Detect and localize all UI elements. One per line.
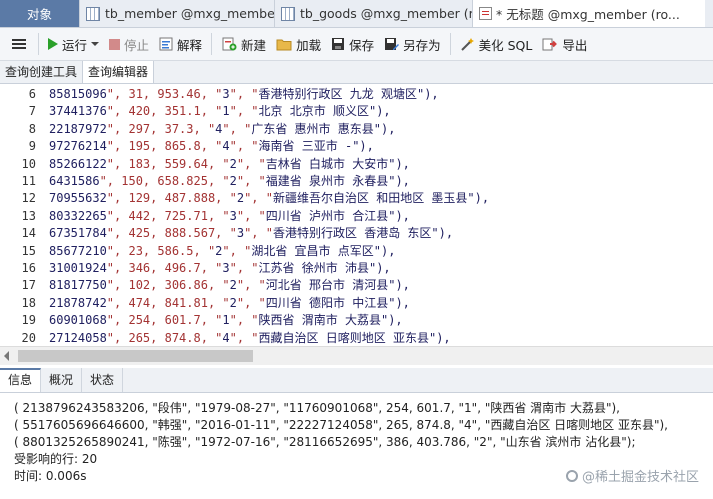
code-line: 13 80332265", 442, 725.71, "3", "四川省 泸州市 … <box>0 208 410 225</box>
code-line: 9 97276214", 195, 865.8, "4", "海南省 三亚市 -"… <box>0 138 374 155</box>
watermark: @稀土掘金技术社区 <box>565 466 699 485</box>
code-text: 31001924", 346, 496.7, "3", "江苏省 徐州市 沛县"… <box>49 261 391 275</box>
horizontal-scrollbar[interactable] <box>0 346 713 365</box>
line-number: 19 <box>21 313 36 328</box>
toolbar-divider <box>449 33 451 55</box>
query-icon <box>479 7 492 20</box>
code-line: 12 70955632", 129, 487.888, "2", "新疆维吾尔自治… <box>0 190 490 207</box>
new-button[interactable]: 新建 <box>216 32 271 56</box>
code-text: 97276214", 195, 865.8, "4", "海南省 三亚市 -")… <box>49 139 374 154</box>
menu-icon[interactable] <box>12 43 26 45</box>
document-tab-bar: 对象 tb_member @mxg_member... tb_goods @mx… <box>0 0 713 28</box>
line-number: 11 <box>21 174 36 188</box>
tab-tb-member[interactable]: tb_member @mxg_member... <box>80 0 275 27</box>
tab-info[interactable]: 信息 <box>0 368 42 392</box>
line-number: 20 <box>21 330 36 345</box>
editor-mode-tabs: 查询创建工具 查询编辑器 <box>0 61 713 84</box>
code-line: 19 60901068", 254, 601.7, "1", "陕西省 渭南市 大… <box>0 312 403 329</box>
affected-rows: 受影响的行: 20 <box>14 452 98 466</box>
line-number: 10 <box>21 156 36 171</box>
line-number: 7 <box>28 104 36 119</box>
tab-status[interactable]: 状态 <box>82 368 124 392</box>
sql-editor[interactable]: 6 85815096", 31, 953.46, "3", "香港特别行政区 九龙… <box>0 84 713 346</box>
info-line: ( 2138796243583206, "段伟", "1979-08-27", … <box>14 401 620 415</box>
explain-button[interactable]: 解释 <box>154 32 207 56</box>
save-as-icon <box>385 38 400 50</box>
line-number: 15 <box>21 243 36 258</box>
line-number: 9 <box>28 139 36 154</box>
code-line: 8 22187972", 297, 37.3, "4", "广东省 惠州市 惠东县… <box>0 121 396 138</box>
magic-wand-icon <box>460 37 474 51</box>
scroll-left-icon[interactable] <box>4 351 9 361</box>
save-as-button[interactable]: 另存为 <box>379 32 446 56</box>
code-text: 81817750", 102, 306.86, "2", "河北省 邢台市 清河… <box>49 278 410 293</box>
export-button[interactable]: 导出 <box>537 32 592 56</box>
tab-untitled-query[interactable]: * 无标题 @mxg_member (ro... <box>473 0 705 27</box>
export-icon <box>542 38 558 51</box>
info-line: ( 5517605696646600, "韩强", "2016-01-11", … <box>14 418 668 432</box>
code-text: 70955632", 129, 487.888, "2", "新疆维吾尔自治区 … <box>49 191 490 206</box>
code-line: 7 37441376", 420, 351.1, "1", "北京 北京市 顺义区… <box>0 103 391 120</box>
code-line: 17 81817750", 102, 306.86, "2", "河北省 邢台市 … <box>0 277 410 294</box>
play-icon <box>48 38 58 50</box>
code-text: 85815096", 31, 953.46, "3", "香港特别行政区 九龙 … <box>49 87 439 101</box>
code-line: 11 6431586", 150, 658.825, "2", "福建省 泉州市 … <box>0 173 410 190</box>
code-text: 67351784", 425, 888.567, "3", "香港特别行政区 香… <box>49 226 454 241</box>
code-text: 85677210", 23, 586.5, "2", "湖北省 宜昌市 点军区"… <box>49 243 396 258</box>
toolbar-divider <box>211 33 213 55</box>
code-text: 21878742", 474, 841.81, "2", "四川省 德阳市 中江… <box>49 295 410 310</box>
code-line: 6 85815096", 31, 953.46, "3", "香港特别行政区 九龙… <box>0 86 439 103</box>
tab-query-editor[interactable]: 查询编辑器 <box>83 61 155 83</box>
scrollbar-thumb[interactable] <box>18 350 253 362</box>
code-line: 16 31001924", 346, 496.7, "3", "江苏省 徐州市 沛… <box>0 260 391 277</box>
chevron-down-icon[interactable] <box>91 42 100 46</box>
info-line: ( 8801325265890241, "陈强", "1972-07-16", … <box>14 435 636 449</box>
run-button[interactable]: 运行 <box>43 32 104 56</box>
code-text: 60901068", 254, 601.7, "1", "陕西省 渭南市 大荔县… <box>49 313 403 328</box>
code-line: 15 85677210", 23, 586.5, "2", "湖北省 宜昌市 点军… <box>0 243 396 260</box>
code-text: 6431586", 150, 658.825, "2", "福建省 泉州市 永春… <box>49 174 410 188</box>
stop-button[interactable]: 停止 <box>104 32 154 56</box>
code-line: 14 67351784", 425, 888.567, "3", "香港特别行政区… <box>0 225 454 242</box>
code-text: 37441376", 420, 351.1, "1", "北京 北京市 顺义区"… <box>49 104 391 119</box>
beautify-sql-button[interactable]: 美化 SQL <box>455 32 538 56</box>
tab-query-builder[interactable]: 查询创建工具 <box>0 61 84 83</box>
line-number: 8 <box>28 121 36 136</box>
code-text: 27124058", 265, 874.8, "4", "西藏自治区 日喀则地区… <box>49 330 451 345</box>
line-number: 14 <box>21 226 36 241</box>
result-tabs: 信息 概况 状态 <box>0 368 713 393</box>
code-line: 18 21878742", 474, 841.81, "2", "四川省 德阳市 … <box>0 295 410 312</box>
folder-icon <box>276 39 292 51</box>
line-number: 17 <box>21 278 36 293</box>
tab-profile[interactable]: 概况 <box>41 368 83 392</box>
table-icon <box>86 6 100 21</box>
code-text: 22187972", 297, 37.3, "4", "广东省 惠州市 惠东县"… <box>49 121 396 136</box>
line-number: 6 <box>28 87 36 101</box>
table-icon <box>281 6 295 21</box>
line-number: 12 <box>21 191 36 206</box>
save-icon <box>332 38 345 50</box>
line-number: 18 <box>21 295 36 310</box>
tab-objects[interactable]: 对象 <box>0 0 80 27</box>
toolbar-divider <box>38 33 39 55</box>
explain-icon <box>159 37 173 51</box>
new-query-icon <box>222 37 237 51</box>
code-line: 20 27124058", 265, 874.8, "4", "西藏自治区 日喀则… <box>0 330 451 346</box>
code-line: 10 85266122", 183, 559.64, "2", "吉林省 白城市 … <box>0 156 410 173</box>
code-text: 80332265", 442, 725.71, "3", "四川省 泸州市 合江… <box>49 208 410 223</box>
query-toolbar: 运行 停止 解释 新建 加载 保存 另存为 美化 SQL 导出 <box>0 28 713 61</box>
stop-icon <box>109 38 121 50</box>
line-number: 13 <box>21 208 36 223</box>
line-number: 16 <box>21 261 36 275</box>
elapsed-time: 时间: 0.006s <box>14 469 87 483</box>
load-button[interactable]: 加载 <box>271 32 326 56</box>
tab-tb-goods[interactable]: tb_goods @mxg_member (r... <box>275 0 473 27</box>
save-button[interactable]: 保存 <box>326 32 379 56</box>
code-text: 85266122", 183, 559.64, "2", "吉林省 白城市 大安… <box>49 156 410 171</box>
logo-icon <box>565 469 578 482</box>
